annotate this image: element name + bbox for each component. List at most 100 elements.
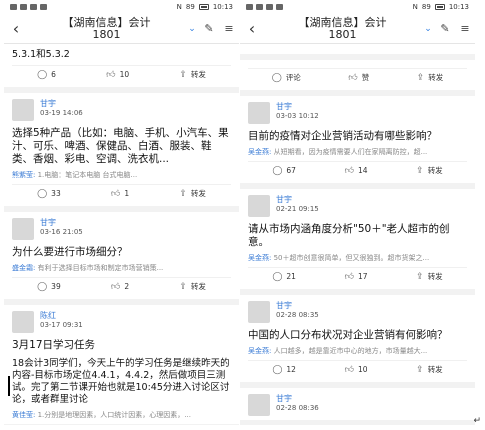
list-item[interactable]: 甘宇 02-28 08:36: [240, 388, 475, 420]
comment-button[interactable]: ◯ 6: [37, 70, 56, 80]
comment-button[interactable]: ◯ 12: [272, 365, 296, 375]
author-name[interactable]: 甘宇: [276, 394, 319, 404]
reply-preview[interactable]: 黄佳莹: 1.分别是地理因素，人口统计因素，心理因素，...: [12, 410, 231, 420]
post-date: 03-03 10:12: [276, 112, 319, 120]
nfc-indicator: N: [412, 3, 418, 11]
avatar[interactable]: [12, 99, 34, 121]
share-icon: ⇪: [179, 281, 187, 292]
title-bar: ‹ 【湖南信息】会计 1801 ⌄ ✎ ≡: [240, 14, 475, 44]
comment-icon: ◯: [272, 165, 283, 176]
right-screen: N 89 10:13 ‹ 【湖南信息】会计 1801 ⌄ ✎ ≡ ◯ 评论 👍︎ 赞…: [240, 0, 475, 425]
post-date: 03-17 09:31: [40, 321, 83, 329]
share-button[interactable]: ⇪ 转发: [416, 165, 443, 176]
list-item[interactable]: 甘宇 03-03 10:12 目前的疫情对企业营销活动有哪些影响？ 吴金燕: 从…: [240, 96, 475, 183]
comment-icon: ◯: [37, 188, 48, 199]
author-name[interactable]: 甘宇: [276, 301, 319, 311]
reply-preview[interactable]: 吴金燕: 人口越多，越是靠近市中心的地方，市场量越大...: [248, 346, 467, 356]
comment-button[interactable]: ◯ 21: [272, 272, 296, 282]
edit-icon[interactable]: ✎: [435, 22, 455, 35]
comment-icon: ◯: [37, 69, 48, 80]
like-button[interactable]: 👍︎ 14: [345, 166, 368, 176]
author-name[interactable]: 甘宇: [40, 218, 83, 228]
share-button[interactable]: ⇪ 转发: [179, 281, 206, 292]
notification-icon: [246, 4, 253, 10]
reply-preview[interactable]: 吴金燕: 50＋超市创意很简单，但又很独到。超市货架之...: [248, 253, 467, 263]
reply-preview[interactable]: 盛金霜: 有利于选择目标市场和制定市场营销策...: [12, 263, 231, 273]
title-line-2: 1801: [328, 27, 357, 41]
avatar[interactable]: [12, 218, 34, 240]
menu-icon[interactable]: ≡: [219, 22, 239, 35]
title-bar: ‹ 【湖南信息】会计 1801 ⌄ ✎ ≡: [4, 14, 239, 44]
wifi-icon: [30, 4, 37, 10]
share-button[interactable]: ⇪ 转发: [416, 271, 443, 282]
left-screen: N 89 10:13 ‹ 【湖南信息】会计 1801 ⌄ ✎ ≡ 5.3.1和5…: [4, 0, 239, 425]
like-button[interactable]: 👍︎ 10: [106, 70, 129, 80]
status-icons: [246, 4, 283, 10]
back-arrow-icon[interactable]: ‹: [4, 19, 28, 38]
return-mark-icon: ↵: [473, 416, 481, 426]
comment-button[interactable]: ◯ 33: [37, 189, 61, 199]
list-item[interactable]: 陈红 03-17 09:31 3月17日学习任务 18会计3同学们，今天上午的学…: [4, 305, 239, 424]
share-button[interactable]: ⇪ 转发: [417, 72, 444, 83]
post-list: 5.3.1和5.3.2 ◯ 6 👍︎ 10 ⇪ 转发 甘宇 03-19 14:06 选…: [4, 44, 239, 425]
comment-icon: ◯: [272, 364, 283, 375]
post-actions: ◯ 12 👍︎ 10 ⇪ 转发: [248, 360, 467, 378]
like-button[interactable]: 👍︎ 赞: [348, 72, 369, 83]
post-list: ◯ 评论 👍︎ 赞 ⇪ 转发 甘宇 03-03 10:12 目前的疫情对企业营销活动有…: [240, 44, 475, 425]
battery-percent: 89: [185, 3, 195, 11]
post-date: 03-19 14:06: [40, 109, 83, 117]
share-icon: ⇪: [416, 165, 424, 176]
comment-button[interactable]: ◯ 39: [37, 282, 61, 292]
list-item[interactable]: 甘宇 02-28 08:35 中国的人口分布状况对企业营销有何影响？ 吴金燕: …: [240, 295, 475, 382]
post-text: 选择5种产品（比如：电脑、手机、小汽车、果汁、可乐、啤酒、保健品、白酒、服装、鞋…: [12, 127, 229, 165]
like-button[interactable]: 👍︎ 10: [345, 365, 368, 375]
back-arrow-icon[interactable]: ‹: [240, 19, 264, 38]
reply-preview[interactable]: 吴金燕: 从短期看，因为疫情需要人们在家隔离防控，超...: [248, 147, 467, 157]
battery-icon: [434, 4, 445, 10]
share-button[interactable]: ⇪ 转发: [179, 188, 206, 199]
list-item[interactable]: 甘宇 03-19 14:06 选择5种产品（比如：电脑、手机、小汽车、果汁、可乐…: [4, 93, 239, 206]
list-item[interactable]: 甘宇 02-21 09:15 请从市场内涵角度分析"50＋"老人超市的创意。 吴…: [240, 189, 475, 289]
share-button[interactable]: ⇪ 转发: [416, 364, 443, 375]
avatar[interactable]: [248, 301, 270, 323]
like-button[interactable]: 👍︎ 1: [111, 189, 129, 199]
thumbs-up-icon: 👍︎: [344, 271, 354, 282]
title-line-1: 【湖南信息】会计: [62, 15, 151, 29]
author-name[interactable]: 甘宇: [276, 102, 319, 112]
clock: 10:13: [212, 3, 233, 11]
share-button[interactable]: ⇪ 转发: [179, 69, 206, 80]
comment-button[interactable]: ◯ 67: [272, 166, 296, 176]
thumbs-up-icon: 👍︎: [106, 69, 116, 80]
list-item[interactable]: ◯ 评论 👍︎ 赞 ⇪ 转发: [240, 60, 475, 90]
share-icon: ⇪: [179, 188, 187, 199]
post-actions: ◯ 评论 👍︎ 赞 ⇪ 转发: [248, 68, 467, 86]
post-text: 中国的人口分布状况对企业营销有何影响？: [248, 329, 448, 341]
post-date: 02-28 08:36: [276, 404, 319, 412]
thumbs-up-icon: 👍︎: [110, 188, 121, 199]
reply-preview[interactable]: 熊紫莹: 1.电脑：笔记本电脑 台式电脑...: [12, 170, 231, 180]
thumbs-up-icon: 👍︎: [348, 72, 358, 83]
title-line-1: 【湖南信息】会计: [298, 15, 387, 29]
avatar[interactable]: [12, 311, 34, 333]
menu-icon[interactable]: ≡: [455, 22, 475, 35]
list-item[interactable]: 甘宇 03-16 21:05 为什么要进行市场细分？ 盛金霜: 有利于选择目标市…: [4, 212, 239, 299]
author-name[interactable]: 甘宇: [40, 99, 83, 109]
avatar[interactable]: [248, 102, 270, 124]
wifi-icon: [266, 4, 273, 10]
list-item[interactable]: 5.3.1和5.3.2 ◯ 6 👍︎ 10 ⇪ 转发: [4, 44, 239, 87]
edit-icon[interactable]: ✎: [199, 22, 219, 35]
author-name[interactable]: 陈红: [40, 311, 83, 321]
thumbs-up-icon: 👍︎: [344, 165, 354, 176]
avatar[interactable]: [248, 394, 270, 416]
like-button[interactable]: 👍︎ 2: [111, 282, 129, 292]
comment-button[interactable]: ◯ 评论: [272, 72, 301, 83]
like-button[interactable]: 👍︎ 17: [345, 272, 368, 282]
page-title: 【湖南信息】会计 1801: [264, 15, 421, 41]
chevron-down-icon[interactable]: ⌄: [421, 24, 435, 34]
chevron-down-icon[interactable]: ⌄: [185, 24, 199, 34]
scrolled-post-edge: [240, 44, 475, 54]
author-name[interactable]: 甘宇: [276, 195, 319, 205]
post-date: 03-16 21:05: [40, 228, 83, 236]
battery-icon: [198, 4, 209, 10]
avatar[interactable]: [248, 195, 270, 217]
